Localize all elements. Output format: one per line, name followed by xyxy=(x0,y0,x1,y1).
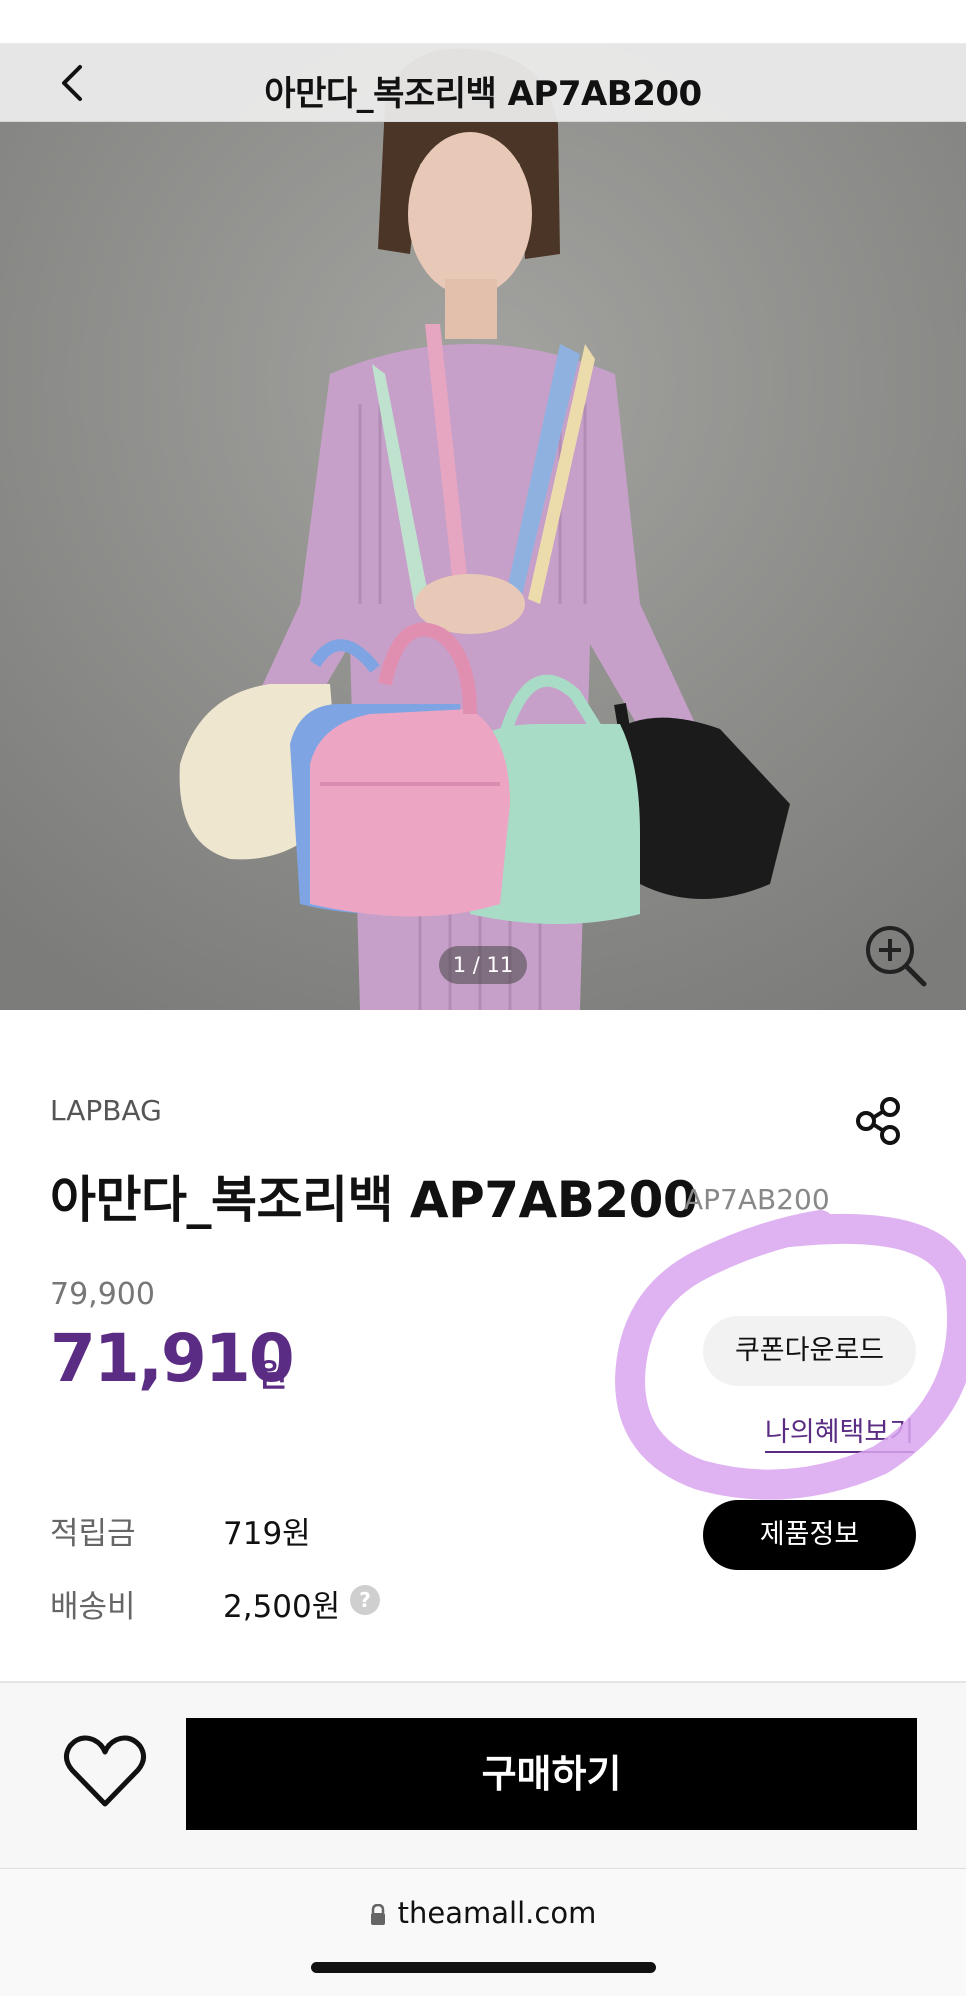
product-image-gallery[interactable] xyxy=(0,44,966,1010)
shipping-label: 배송비 xyxy=(50,1589,136,1625)
product-name: 아만다_복조리백 AP7AB200 xyxy=(50,1171,698,1229)
brand-name[interactable]: LAPBAG xyxy=(50,1094,162,1127)
product-photo xyxy=(0,44,966,1010)
share-icon xyxy=(856,1097,900,1145)
my-benefits-link[interactable]: 나의혜택보기 xyxy=(765,1410,915,1453)
points-value: 719원 xyxy=(223,1516,311,1552)
points-label: 적립금 xyxy=(50,1516,136,1552)
image-counter: 1 / 11 xyxy=(439,946,527,984)
help-icon[interactable]: ? xyxy=(350,1585,380,1615)
sale-price: 71,910 xyxy=(50,1320,295,1397)
buy-button[interactable]: 구매하기 xyxy=(186,1718,917,1830)
product-info-button[interactable]: 제품정보 xyxy=(703,1500,916,1570)
zoom-in-icon xyxy=(866,926,927,987)
lock-icon xyxy=(370,1904,385,1925)
url-display[interactable]: theamall.com xyxy=(0,1896,966,1930)
currency-unit: 원 xyxy=(258,1356,288,1394)
coupon-download-button[interactable]: 쿠폰다운로드 xyxy=(703,1316,916,1386)
heart-icon xyxy=(64,1735,146,1807)
zoom-button[interactable] xyxy=(862,922,928,988)
share-button[interactable] xyxy=(852,1094,906,1148)
home-indicator xyxy=(311,1962,656,1973)
product-code: AP7AB200 xyxy=(684,1183,830,1216)
shipping-value: 2,500원 xyxy=(223,1589,341,1625)
status-strip xyxy=(0,0,966,44)
wishlist-button[interactable] xyxy=(62,1732,148,1812)
browser-address-bar xyxy=(0,1869,966,1996)
top-nav-bar: 아만다_복조리백 AP7AB200 xyxy=(0,44,966,122)
page-title: 아만다_복조리백 AP7AB200 xyxy=(264,74,702,114)
url-text: theamall.com xyxy=(397,1896,597,1930)
original-price: 79,900 xyxy=(50,1277,155,1312)
